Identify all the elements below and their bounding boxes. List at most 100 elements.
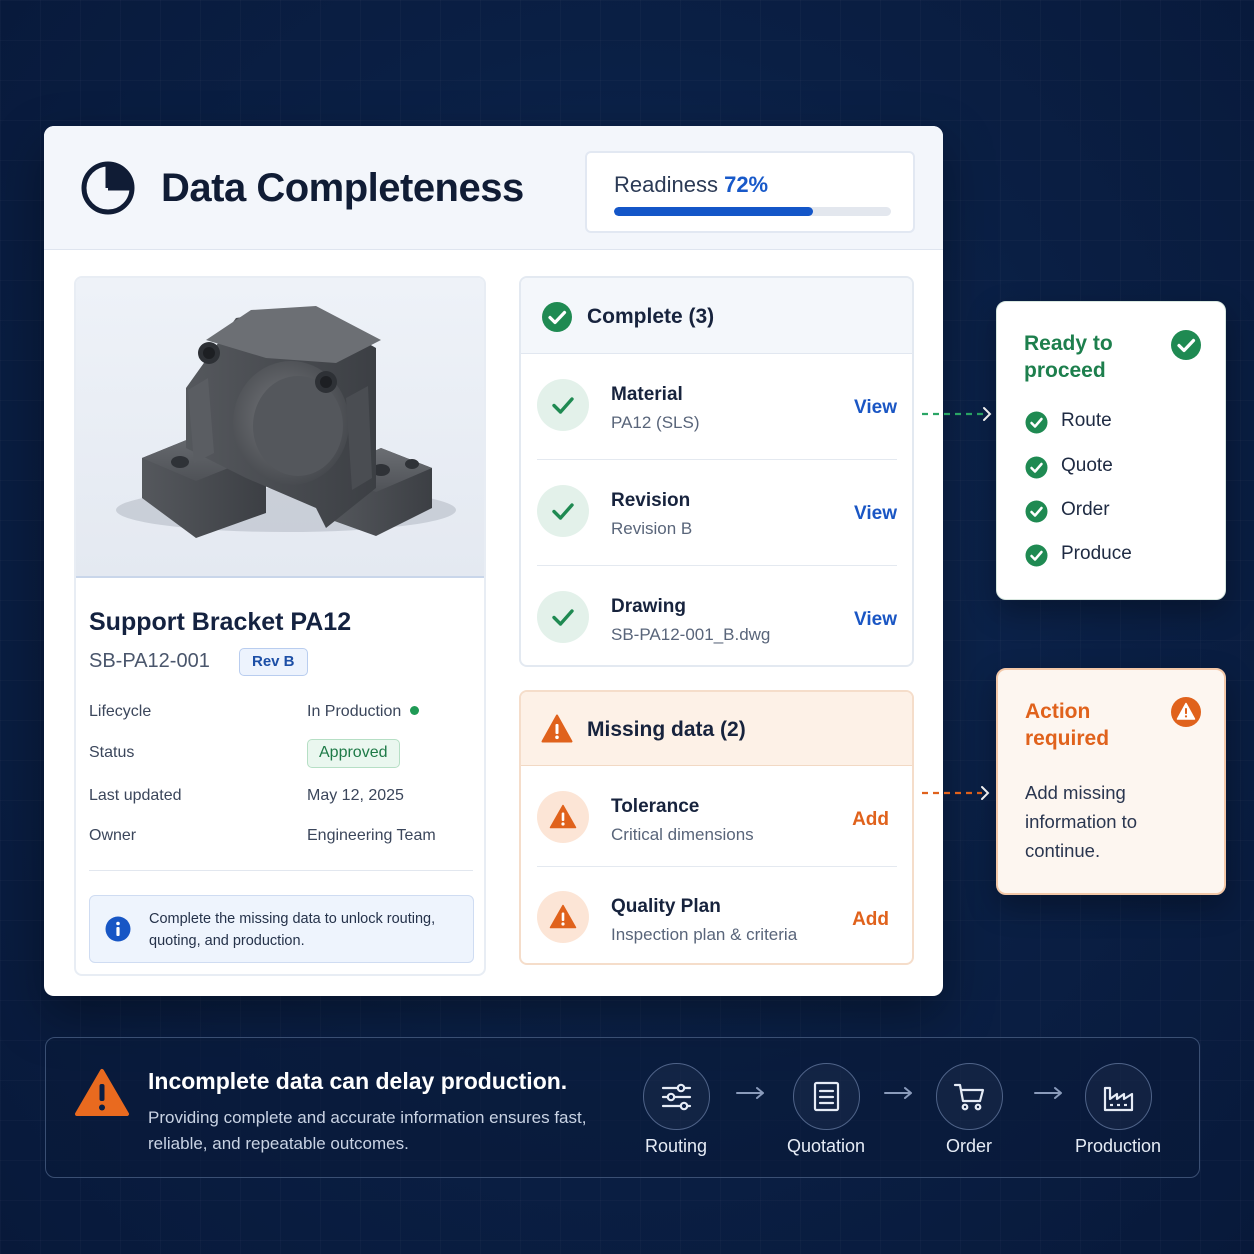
- page-title: Data Completeness: [161, 166, 524, 210]
- missing-item-quality-plan: Quality Plan Inspection plan & criteria …: [537, 866, 897, 963]
- warning-circle-icon: [1171, 697, 1201, 727]
- item-status-circle: [537, 591, 589, 643]
- add-tolerance-button[interactable]: Add: [852, 809, 889, 831]
- product-image: [76, 278, 484, 578]
- missing-data-panel: Missing data (2) Tolerance Critical dime…: [519, 690, 914, 965]
- banner-subtitle: Providing complete and accurate informat…: [148, 1108, 587, 1153]
- view-revision-link[interactable]: View: [854, 503, 897, 525]
- check-circle-icon: [1171, 330, 1201, 360]
- info-icon: [105, 916, 131, 942]
- ready-item-label: Route: [1061, 410, 1112, 431]
- readiness-text: Readiness 72%: [614, 172, 768, 198]
- ready-item-label: Produce: [1061, 543, 1132, 564]
- action-message: Add missing information to continue.: [1025, 782, 1138, 861]
- banner-title: Incomplete data can delay production.: [148, 1068, 568, 1094]
- item-title: Tolerance: [611, 796, 700, 817]
- last-updated-value: May 12, 2025: [307, 787, 404, 804]
- item-subtitle: SB-PA12-001_B.dwg: [611, 625, 771, 644]
- item-subtitle: PA12 (SLS): [611, 413, 700, 432]
- readiness-indicator: Readiness 72%: [585, 151, 915, 233]
- complete-item-drawing: Drawing SB-PA12-001_B.dwg View: [537, 566, 897, 665]
- status-dot-icon: [410, 706, 420, 716]
- check-circle-icon: [1025, 411, 1048, 434]
- item-status-circle: [537, 791, 589, 843]
- item-status-circle: [537, 379, 589, 431]
- readiness-progress-fill: [614, 207, 814, 216]
- flow-step-label: Routing: [644, 1136, 708, 1156]
- ready-to-proceed-card: Ready to proceed Route Quote Order Produ…: [996, 301, 1226, 600]
- support-bracket-image: [116, 306, 456, 538]
- readiness-progress-track: [614, 207, 891, 216]
- flow-step-label: Order: [945, 1136, 992, 1156]
- flow-step-label: Production: [1074, 1136, 1162, 1156]
- complete-title: Complete (3): [587, 305, 715, 328]
- missing-title: Missing data (2): [587, 718, 746, 741]
- complete-header: Complete (3): [521, 278, 912, 354]
- item-subtitle: Critical dimensions: [611, 825, 754, 844]
- owner-value: Engineering Team: [307, 827, 436, 844]
- missing-item-tolerance: Tolerance Critical dimensions Add: [537, 766, 897, 872]
- item-title: Quality Plan: [611, 896, 721, 917]
- routing-icon: [661, 1083, 692, 1111]
- divider: [89, 870, 473, 871]
- pie-chart-icon: [81, 161, 135, 215]
- add-quality-plan-button[interactable]: Add: [852, 909, 889, 931]
- item-subtitle: Inspection plan & criteria: [611, 925, 798, 944]
- delay-warning-banner: Incomplete data can delay production. Pr…: [45, 1037, 1200, 1178]
- info-message-text: Complete the missing data to unlock rout…: [149, 911, 436, 949]
- action-connector-arrow: [922, 786, 990, 800]
- data-completeness-card: Data Completeness Readiness 72% Support …: [44, 126, 943, 996]
- item-status-circle: [537, 485, 589, 537]
- warning-triangle-icon: [75, 1069, 129, 1116]
- revision-badge: Rev B: [239, 648, 308, 676]
- check-icon: [552, 609, 574, 626]
- flow-step-circle: [643, 1063, 710, 1130]
- readiness-label: Readiness: [614, 172, 718, 197]
- missing-header: Missing data (2): [521, 692, 912, 766]
- item-subtitle: Revision B: [611, 519, 693, 538]
- lifecycle-value-text: In Production: [307, 703, 402, 720]
- arrow-right-icon: [736, 1087, 764, 1099]
- check-circle-icon: [1025, 456, 1048, 479]
- item-status-circle: [537, 891, 589, 943]
- product-name: Support Bracket PA12: [89, 608, 352, 636]
- arrow-right-icon: [1034, 1087, 1062, 1099]
- flow-step-circle: [793, 1063, 860, 1130]
- ready-item-label: Order: [1061, 499, 1110, 520]
- item-title: Revision: [611, 490, 691, 511]
- card-header: Data Completeness Readiness 72%: [44, 126, 943, 250]
- arrow-right-icon: [884, 1087, 912, 1099]
- ready-connector-arrow: [922, 407, 992, 421]
- cart-icon: [953, 1083, 985, 1111]
- check-icon: [552, 503, 574, 520]
- action-required-card: Action required Add missing information …: [996, 668, 1226, 895]
- status-label: Status: [89, 744, 135, 761]
- lifecycle-value: In Production: [307, 703, 420, 721]
- complete-panel: Complete (3) Material PA12 (SLS) View Re…: [519, 276, 914, 667]
- part-number: SB-PA12-001: [89, 650, 210, 672]
- ready-item-label: Quote: [1061, 455, 1113, 476]
- factory-icon: [1103, 1086, 1134, 1112]
- ready-title: Ready to proceed: [1024, 332, 1113, 382]
- owner-label: Owner: [89, 827, 137, 844]
- product-panel: Support Bracket PA12 SB-PA12-001 Rev B L…: [74, 276, 486, 976]
- document-icon: [813, 1081, 840, 1112]
- lifecycle-label: Lifecycle: [89, 703, 152, 720]
- info-message: Complete the missing data to unlock rout…: [89, 895, 474, 963]
- warning-triangle-icon: [549, 804, 577, 829]
- flow-step-circle: [936, 1063, 1003, 1130]
- flow-step-label: Quotation: [786, 1136, 866, 1156]
- readiness-value: 72%: [724, 172, 769, 197]
- check-icon: [552, 397, 574, 414]
- check-circle-icon: [542, 302, 572, 332]
- flow-step-circle: [1085, 1063, 1152, 1130]
- view-material-link[interactable]: View: [854, 397, 897, 419]
- item-title: Material: [611, 384, 683, 405]
- warning-triangle-icon: [541, 714, 573, 743]
- item-title: Drawing: [611, 596, 686, 617]
- view-drawing-link[interactable]: View: [854, 609, 897, 631]
- last-updated-label: Last updated: [89, 787, 182, 804]
- complete-item-revision: Revision Revision B View: [537, 460, 897, 566]
- check-circle-icon: [1025, 500, 1048, 523]
- check-circle-icon: [1025, 544, 1048, 567]
